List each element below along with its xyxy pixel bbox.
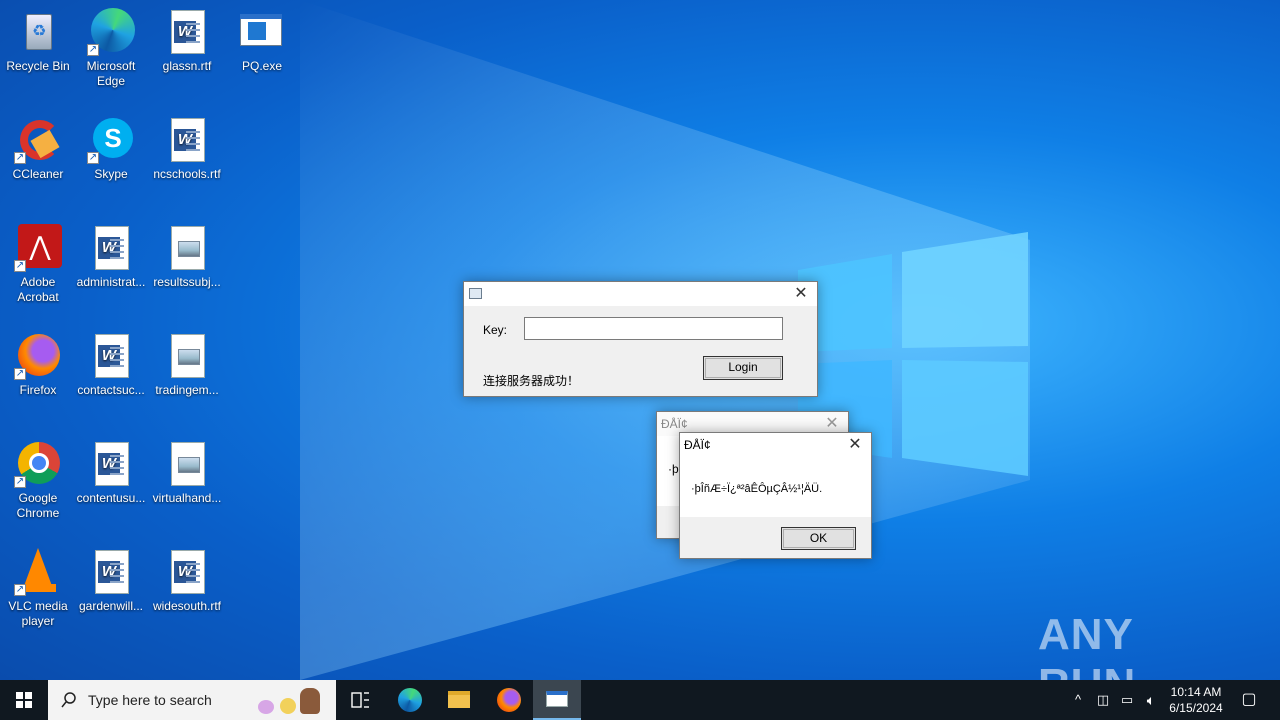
app-window-icon [469,288,482,299]
ok-button[interactable]: OK [781,527,856,550]
message-dialog-title: ÐÅÏ¢ [684,438,711,452]
desktop-icon-word-doc[interactable]: W gardenwill... [73,548,149,614]
task-view-button[interactable] [336,680,384,720]
close-icon[interactable]: ✕ [824,416,840,432]
desktop-icon-firefox[interactable]: ↗ Firefox [0,332,76,398]
task-view-icon [351,692,369,708]
desktop-icon-recycle-bin[interactable]: ♻ Recycle Bin [0,8,76,74]
word-document-icon: W [87,548,135,596]
word-document-icon: W [163,8,211,56]
desktop-icon-image-file[interactable]: tradingem... [149,332,225,398]
folder-icon [448,691,470,708]
desktop-icon-word-doc[interactable]: W administrat... [73,224,149,290]
background-dialog-text: ·þ [668,462,679,476]
desktop-icon-vlc[interactable]: ↗ VLC media player [0,548,76,629]
word-document-icon: W [163,548,211,596]
image-file-icon [163,224,211,272]
image-file-icon [163,332,211,380]
taskbar: Type here to search ^ ◫ ▭ 🔈︎ 10:14 AM 6/… [0,680,1280,720]
desktop-icon-image-file[interactable]: resultssubj... [149,224,225,290]
ccleaner-icon: ↗ [14,116,62,164]
background-dialog-title: ÐÅÏ¢ [661,417,688,431]
desktop-icon-adobe-acrobat[interactable]: ⋀ ↗ Adobe Acrobat [0,224,76,305]
message-dialog: ÐÅÏ¢ ✕ ·þÎñÆ÷Ï¿ª²âÊÔµÇÂ½¹¦ÄÜ. OK [679,432,872,559]
skype-icon: S ↗ [87,116,135,164]
login-dialog-titlebar: ✕ [464,282,817,306]
search-highlight-decoration [258,686,332,716]
close-icon[interactable]: ✕ [793,286,809,302]
edge-icon: ↗ [87,8,135,56]
key-label: Key: [483,323,508,337]
desktop-icon-skype[interactable]: S ↗ Skype [73,116,149,182]
anyrun-watermark: ANY RUN [1038,610,1135,709]
login-button[interactable]: Login [703,356,783,380]
desktop-icon-microsoft-edge[interactable]: ↗ Microsoft Edge [73,8,149,89]
acrobat-icon: ⋀ ↗ [14,224,62,272]
desktop-icon-word-doc[interactable]: W glassn.rtf [149,8,225,74]
close-icon[interactable]: ✕ [847,437,863,453]
key-input[interactable] [524,317,783,340]
taskbar-edge-button[interactable] [386,680,434,720]
taskbar-pq-app-button[interactable] [533,680,581,720]
login-dialog: ✕ Key: Login 连接服务器成功！ [463,281,818,397]
meet-now-icon[interactable]: ◫ [1092,680,1114,720]
status-text: 连接服务器成功！ [483,374,580,388]
word-document-icon: W [163,116,211,164]
desktop-icon-word-doc[interactable]: W contactsuc... [73,332,149,398]
message-dialog-titlebar: ÐÅÏ¢ ✕ [680,433,871,457]
word-document-icon: W [87,440,135,488]
tray-chevron-icon[interactable]: ^ [1068,680,1088,720]
firefox-icon: ↗ [14,332,62,380]
edge-icon [398,688,422,712]
taskbar-search-box[interactable]: Type here to search [48,680,336,720]
search-icon [61,692,76,708]
windows-start-icon [16,692,32,708]
search-placeholder: Type here to search [88,692,212,708]
network-icon[interactable]: ▭ [1116,680,1138,720]
taskbar-firefox-button[interactable] [485,680,533,720]
desktop-icon-pq-exe[interactable]: PQ.exe [224,8,300,74]
desktop-icon-image-file[interactable]: virtualhand... [149,440,225,506]
volume-icon[interactable]: 🔈︎ [1140,680,1162,720]
clock[interactable]: 10:14 AM 6/15/2024 [1162,680,1230,720]
desktop-icon-word-doc[interactable]: W ncschools.rtf [149,116,225,182]
taskbar-file-explorer-button[interactable] [435,680,483,720]
desktop-icon-ccleaner[interactable]: ↗ CCleaner [0,116,76,182]
word-document-icon: W [87,332,135,380]
image-file-icon [163,440,211,488]
firefox-icon [497,688,521,712]
clock-date: 6/15/2024 [1169,701,1223,715]
desktop-icon-word-doc[interactable]: W widesouth.rtf [149,548,225,614]
vlc-icon: ↗ [14,548,62,596]
exe-window-icon [238,8,286,56]
start-button[interactable] [0,680,48,720]
notifications-icon[interactable]: ▢ [1234,680,1264,720]
desktop-icon-word-doc[interactable]: W contentusu... [73,440,149,506]
desktop-icon-google-chrome[interactable]: ↗ Google Chrome [0,440,76,521]
word-document-icon: W [87,224,135,272]
message-text: ·þÎñÆ÷Ï¿ª²âÊÔµÇÂ½¹¦ÄÜ. [691,483,823,495]
clock-time: 10:14 AM [1170,685,1222,699]
app-window-icon [546,691,568,707]
chrome-icon: ↗ [14,440,62,488]
recycle-bin-icon: ♻ [14,8,62,56]
